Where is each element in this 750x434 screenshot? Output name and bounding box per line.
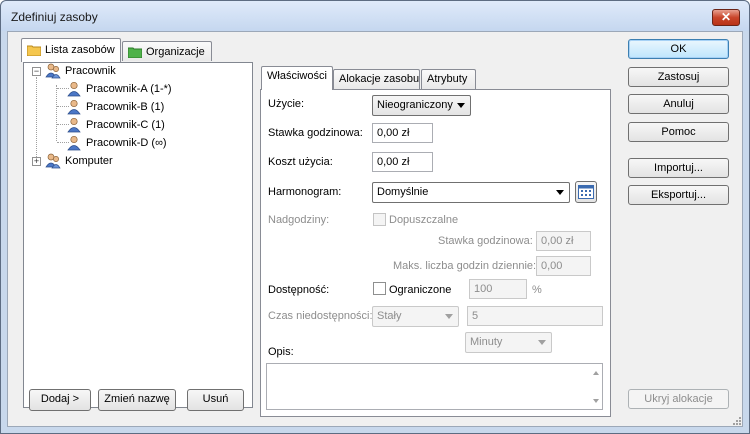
hide-allocations-button[interactable]: Ukryj alokacje bbox=[628, 389, 729, 409]
tab-allocations-label: Alokacje zasobu bbox=[339, 73, 420, 85]
availability-field[interactable]: 100 bbox=[469, 279, 527, 299]
tree-item-label: Pracownik-A (1-*) bbox=[86, 83, 172, 95]
tree-item[interactable]: Pracownik-C (1) bbox=[24, 117, 250, 134]
tab-organizations-label: Organizacje bbox=[146, 46, 205, 58]
tree-group-pracownik[interactable]: − Pracownik bbox=[24, 63, 250, 80]
usage-select[interactable]: Nieograniczony bbox=[372, 95, 471, 116]
person-icon bbox=[67, 81, 81, 97]
description-textarea[interactable] bbox=[266, 363, 603, 410]
chevron-down-icon bbox=[445, 314, 453, 319]
tree-item[interactable]: Pracownik-A (1-*) bbox=[24, 81, 250, 98]
apply-button[interactable]: Zastosuj bbox=[628, 67, 729, 87]
availability-label: Dostępność: bbox=[268, 284, 330, 296]
chevron-down-icon bbox=[556, 190, 564, 195]
rate-label: Stawka godzinowa: bbox=[268, 127, 363, 139]
title-bar[interactable]: Zdefiniuj zasoby ✕ bbox=[1, 1, 749, 31]
close-button[interactable]: ✕ bbox=[712, 9, 740, 26]
group-people-icon bbox=[45, 63, 61, 79]
overtime-checkbox[interactable] bbox=[373, 213, 386, 226]
unavail-unit-value: Minuty bbox=[470, 336, 503, 348]
tree-item[interactable]: Pracownik-D (∞) bbox=[24, 135, 250, 152]
remove-button[interactable]: Usuń bbox=[187, 389, 244, 411]
green-folder-icon bbox=[128, 47, 142, 58]
unavail-type-select[interactable]: Stały bbox=[372, 306, 459, 327]
ot-max-field[interactable]: 0,00 bbox=[536, 256, 591, 276]
schedule-value: Domyślnie bbox=[377, 186, 429, 198]
overtime-check-label: Dopuszczalne bbox=[389, 214, 459, 226]
tab-resource-list[interactable]: Lista zasobów bbox=[21, 38, 121, 62]
tree-group-label: Komputer bbox=[65, 155, 113, 167]
availability-check-label: Ograniczone bbox=[389, 284, 452, 296]
ok-button[interactable]: OK bbox=[628, 39, 729, 59]
help-button[interactable]: Pomoc bbox=[628, 122, 729, 142]
tree-item[interactable]: Pracownik-B (1) bbox=[24, 99, 250, 116]
scroll-down-icon[interactable] bbox=[593, 399, 599, 403]
tree-item-label: Pracownik-C (1) bbox=[86, 119, 165, 131]
schedule-label: Harmonogram: bbox=[268, 186, 342, 198]
unavail-unit-select[interactable]: Minuty bbox=[465, 332, 552, 353]
unavail-label: Czas niedostępności: bbox=[268, 310, 373, 322]
cost-label: Koszt użycia: bbox=[268, 156, 333, 168]
scroll-up-icon[interactable] bbox=[593, 371, 599, 375]
rate-field[interactable]: 0,00 zł bbox=[372, 123, 433, 143]
tree-item-label: Pracownik-D (∞) bbox=[86, 137, 167, 149]
availability-checkbox[interactable] bbox=[373, 282, 386, 295]
person-icon bbox=[67, 117, 81, 133]
schedule-select[interactable]: Domyślnie bbox=[372, 182, 570, 203]
add-button[interactable]: Dodaj > bbox=[29, 389, 91, 411]
collapse-icon[interactable]: − bbox=[32, 67, 41, 76]
import-button[interactable]: Importuj... bbox=[628, 158, 729, 178]
resize-grip-icon[interactable] bbox=[732, 416, 742, 426]
tree-group-label: Pracownik bbox=[65, 65, 116, 77]
unavail-value-field[interactable]: 5 bbox=[467, 306, 603, 326]
person-icon bbox=[67, 135, 81, 151]
usage-value: Nieograniczony bbox=[377, 99, 453, 111]
unavail-type-value: Stały bbox=[377, 310, 402, 322]
folder-icon bbox=[27, 45, 41, 56]
ot-rate-label: Stawka godzinowa: bbox=[438, 235, 533, 247]
rename-button[interactable]: Zmień nazwę bbox=[98, 389, 176, 411]
dialog-body: Lista zasobów Organizacje − Pracownik Pr… bbox=[7, 31, 743, 427]
overtime-label: Nadgodziny: bbox=[268, 214, 330, 226]
tab-properties-label: Właściwości bbox=[267, 70, 327, 82]
tab-attributes-label: Atrybuty bbox=[427, 73, 468, 85]
ot-max-label: Maks. liczba godzin dziennie: bbox=[393, 260, 537, 272]
expand-icon[interactable]: + bbox=[32, 157, 41, 166]
cancel-button[interactable]: Anuluj bbox=[628, 94, 729, 114]
resource-tree[interactable]: − Pracownik Pracownik-A (1-*) Pracownik-… bbox=[23, 62, 253, 408]
tab-organizations[interactable]: Organizacje bbox=[122, 41, 212, 62]
export-button[interactable]: Eksportuj... bbox=[628, 185, 729, 205]
cost-field[interactable]: 0,00 zł bbox=[372, 152, 433, 172]
chevron-down-icon bbox=[457, 103, 465, 108]
tab-allocations[interactable]: Alokacje zasobu bbox=[333, 69, 420, 90]
tree-item-label: Pracownik-B (1) bbox=[86, 101, 165, 113]
chevron-down-icon bbox=[538, 340, 546, 345]
calendar-icon bbox=[578, 185, 594, 199]
calendar-button[interactable] bbox=[575, 181, 597, 203]
tab-properties[interactable]: Właściwości bbox=[261, 66, 333, 90]
usage-label: Użycie: bbox=[268, 98, 305, 110]
tab-resource-list-label: Lista zasobów bbox=[45, 44, 115, 56]
description-label: Opis: bbox=[268, 346, 294, 358]
tab-attributes[interactable]: Atrybuty bbox=[421, 69, 476, 90]
window-title: Zdefiniuj zasoby bbox=[11, 10, 98, 24]
tree-group-komputer[interactable]: + Komputer bbox=[24, 153, 250, 170]
ot-rate-field[interactable]: 0,00 zł bbox=[536, 231, 591, 251]
person-icon bbox=[67, 99, 81, 115]
group-people-icon bbox=[45, 153, 61, 169]
dialog-window: Zdefiniuj zasoby ✕ Lista zasobów Organiz… bbox=[0, 0, 750, 434]
percent-label: % bbox=[532, 284, 542, 296]
